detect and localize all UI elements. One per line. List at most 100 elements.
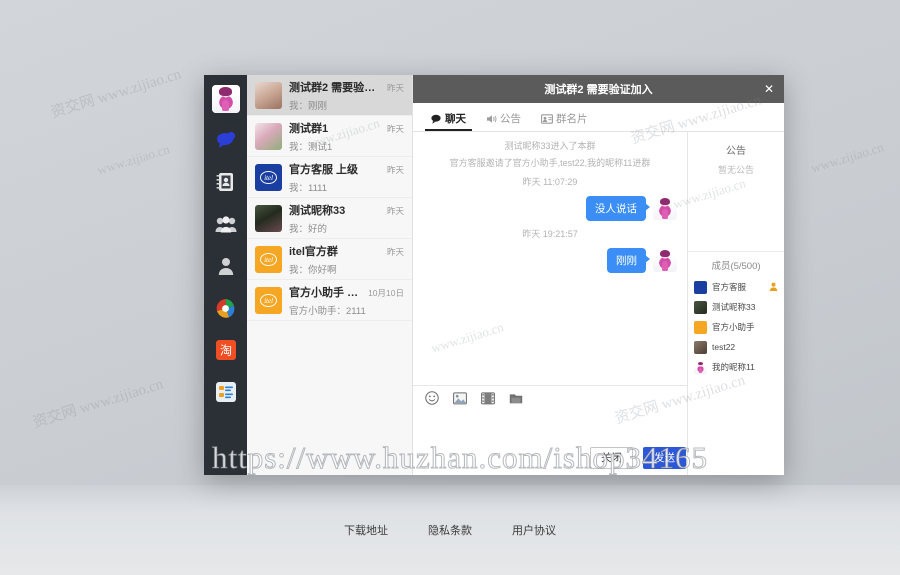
chat-body: 测试昵称33进入了本群 官方客服邀请了官方小助手,test22,我的昵称11进群… — [413, 132, 784, 475]
conversation-item[interactable]: itel itel官方群 昨天 我：你好啊 — [247, 239, 412, 280]
conversation-preview: 我：你好啊 — [289, 264, 337, 276]
conversation-time: 昨天 — [386, 82, 404, 93]
member-name: 测试昵称33 — [712, 302, 756, 312]
notice-empty-text: 暂无公告 — [717, 165, 754, 175]
conversation-top: 测试群1 昨天 — [289, 120, 404, 136]
conversation-avatar: itel — [255, 163, 282, 191]
conversation-name: 测试群1 — [289, 122, 329, 135]
avatar-image — [653, 248, 677, 273]
member-avatar — [694, 320, 707, 334]
close-button[interactable]: 关闭 — [590, 446, 633, 469]
members-title: 成员(5/500) — [711, 261, 761, 272]
footer-link-download[interactable]: 下载地址 — [344, 522, 388, 538]
avatar-image — [211, 85, 240, 113]
send-button[interactable]: 发送 — [643, 446, 686, 469]
conversation-top: 测试昵称33 昨天 — [289, 202, 404, 218]
speaker-icon — [486, 114, 497, 124]
message-bubble[interactable]: 没人说话 — [586, 196, 650, 222]
file-icon[interactable] — [509, 392, 523, 404]
tab-group-card[interactable]: 群名片 — [535, 111, 594, 131]
member-name: 官方小助手 — [712, 322, 755, 332]
conversation-body: 官方客服 上级 昨天 我：1111 — [289, 161, 404, 194]
message-bubble[interactable]: 刚刚 — [607, 248, 650, 274]
footer-link-privacy[interactable]: 隐私条款 — [428, 522, 472, 538]
conversation-preview: 我：好的 — [289, 223, 328, 235]
page-footer: 下载地址 隐私条款 用户协议 — [0, 485, 900, 575]
conversation-body: 测试昵称33 昨天 我：好的 — [289, 202, 404, 235]
avatar-image — [653, 196, 677, 221]
itel-logo-icon: itel — [260, 252, 277, 266]
member-avatar — [694, 340, 707, 354]
emoji-icon[interactable] — [425, 391, 439, 405]
chat-title: 测试群2 需要验证加入 — [544, 84, 653, 96]
tab-chat-label: 聊天 — [445, 113, 466, 125]
conversation-time: 10月10日 — [368, 287, 404, 298]
message-timestamp: 昨天 19:21:57 — [522, 229, 578, 240]
conversation-list[interactable]: 测试群2 需要验证... 昨天 我：刚刚 测试群1 昨天 我：测试1 itel — [247, 75, 413, 475]
conversation-name: 官方小助手 官方 — [289, 286, 365, 299]
tab-notice-label: 公告 — [500, 113, 521, 125]
avatar-image — [694, 360, 707, 374]
tab-group-card-label: 群名片 — [556, 113, 588, 125]
conversation-item[interactable]: 测试群2 需要验证... 昨天 我：刚刚 — [247, 75, 412, 116]
video-icon[interactable] — [481, 391, 495, 405]
conversation-top: 官方客服 上级 昨天 — [289, 161, 404, 177]
conversation-item[interactable]: itel 官方客服 上级 昨天 我：1111 — [247, 157, 412, 198]
message-row: 没人说话 — [423, 196, 677, 222]
conversation-name: 测试群2 需要验证... — [289, 81, 383, 94]
conversation-top: itel官方群 昨天 — [289, 243, 404, 259]
member-item[interactable]: 官方客服 — [688, 277, 784, 297]
footer-link-terms[interactable]: 用户协议 — [512, 522, 556, 538]
person-icon[interactable] — [213, 253, 239, 279]
contacts-book-icon[interactable] — [213, 169, 239, 195]
system-message: 测试昵称33进入了本群 — [504, 141, 596, 151]
image-icon[interactable] — [453, 391, 467, 405]
conversation-item[interactable]: 测试群1 昨天 我：测试1 — [247, 116, 412, 157]
member-avatar — [694, 300, 707, 314]
message-timestamp: 昨天 11:07:29 — [522, 177, 578, 188]
itel-logo-icon: itel — [260, 170, 277, 184]
chat-header: 测试群2 需要验证加入 ✕ — [413, 75, 784, 103]
rail-avatar[interactable] — [211, 85, 240, 113]
list-app-icon[interactable] — [213, 379, 239, 405]
conversation-avatar: itel — [255, 245, 282, 273]
taobao-icon[interactable]: 淘 — [213, 337, 239, 363]
app-circle-icon[interactable] — [213, 295, 239, 321]
message-avatar[interactable] — [653, 248, 677, 273]
conversation-preview: 我：刚刚 — [289, 100, 328, 112]
member-item[interactable]: 官方小助手 — [688, 317, 784, 337]
member-name: 我的昵称11 — [712, 362, 755, 372]
notice-box: 公告 暂无公告 — [688, 132, 784, 252]
close-icon[interactable]: ✕ — [764, 83, 774, 95]
message-area: 测试昵称33进入了本群 官方客服邀请了官方小助手,test22,我的昵称11进群… — [413, 132, 688, 475]
tab-chat[interactable]: 聊天 — [425, 111, 472, 131]
member-avatar — [694, 280, 707, 294]
message-avatar[interactable] — [653, 196, 677, 221]
message-scroll[interactable]: 测试昵称33进入了本群 官方客服邀请了官方小助手,test22,我的昵称11进群… — [413, 132, 687, 385]
member-item[interactable]: test22 — [688, 337, 784, 357]
member-name: 官方客服 — [712, 282, 747, 292]
conversation-top: 测试群2 需要验证... 昨天 — [289, 79, 404, 95]
system-message: 官方客服邀请了官方小助手,test22,我的昵称11进群 — [449, 158, 651, 169]
member-item[interactable]: 测试昵称33 — [688, 297, 784, 317]
conversation-body: 测试群1 昨天 我：测试1 — [289, 120, 404, 153]
conversation-body: 测试群2 需要验证... 昨天 我：刚刚 — [289, 79, 404, 112]
conversation-time: 昨天 — [386, 164, 404, 175]
watermark-site: 资交网 www.zijiao.cn — [31, 376, 166, 432]
conversation-item[interactable]: itel 官方小助手 官方 10月10日 官方小助手：2111 — [247, 280, 412, 321]
member-name: test22 — [712, 342, 736, 352]
tab-notice[interactable]: 公告 — [480, 111, 527, 131]
chat-bubble-icon[interactable] — [213, 127, 239, 153]
notice-title: 公告 — [726, 146, 746, 157]
owner-crown-icon — [769, 278, 778, 296]
compose-toolbar — [413, 386, 687, 410]
conversation-time: 昨天 — [386, 246, 404, 257]
conversation-preview: 我：测试1 — [289, 141, 333, 153]
conversation-item[interactable]: 测试昵称33 昨天 我：好的 — [247, 198, 412, 239]
group-people-icon[interactable] — [213, 211, 239, 237]
conversation-name: itel官方群 — [289, 245, 338, 258]
chat-tabs[interactable]: 聊天 公告 群名片 — [413, 103, 784, 132]
card-icon — [541, 113, 553, 124]
watermark-site: www.zijiao.cn — [809, 139, 886, 176]
member-item[interactable]: 我的昵称11 — [688, 357, 784, 377]
